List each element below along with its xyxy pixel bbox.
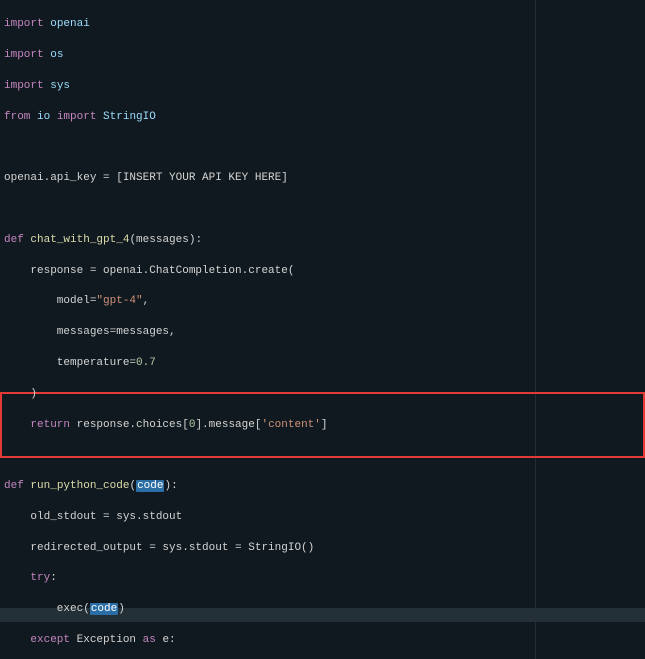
string: "gpt-4" bbox=[96, 295, 142, 307]
code-line[interactable]: except Exception as e: bbox=[4, 633, 645, 648]
number: 0.7 bbox=[136, 357, 156, 369]
code-text: exec( bbox=[4, 603, 90, 615]
keyword: try bbox=[4, 572, 50, 584]
code-line[interactable]: openai.api_key = [INSERT YOUR API KEY HE… bbox=[4, 171, 645, 186]
code-text: temperature= bbox=[4, 357, 136, 369]
code-line[interactable]: import os bbox=[4, 48, 645, 63]
code-text: ) bbox=[4, 388, 37, 400]
keyword: import bbox=[4, 18, 44, 30]
code-line[interactable] bbox=[4, 141, 645, 156]
keyword: def bbox=[4, 234, 24, 246]
keyword: import bbox=[57, 111, 97, 123]
code-text: , bbox=[143, 295, 150, 307]
code-text: : bbox=[50, 572, 57, 584]
code-line[interactable]: messages=messages, bbox=[4, 325, 645, 340]
code-line[interactable]: return response.choices[0].message['cont… bbox=[4, 418, 645, 433]
code-text: ].message[ bbox=[195, 419, 261, 431]
code-text: ): bbox=[164, 480, 177, 492]
code-text: response = openai.ChatCompletion.create( bbox=[4, 265, 294, 277]
module: os bbox=[50, 49, 63, 61]
func-name: run_python_code bbox=[30, 480, 129, 492]
code-text: Exception bbox=[70, 634, 143, 646]
code-line[interactable]: def chat_with_gpt_4(messages): bbox=[4, 233, 645, 248]
keyword: from bbox=[4, 111, 30, 123]
func-name: chat_with_gpt_4 bbox=[30, 234, 129, 246]
keyword: except bbox=[4, 634, 70, 646]
code-line[interactable] bbox=[4, 202, 645, 217]
code-line[interactable]: model="gpt-4", bbox=[4, 294, 645, 309]
code-line[interactable]: ) bbox=[4, 387, 645, 402]
code-text: redirected_output = sys.stdout = StringI… bbox=[4, 542, 314, 554]
code-editor[interactable]: import openai import os import sys from … bbox=[0, 0, 645, 659]
code-line[interactable]: old_stdout = sys.stdout bbox=[4, 510, 645, 525]
keyword: import bbox=[4, 49, 44, 61]
module: sys bbox=[50, 80, 70, 92]
highlight-code: code bbox=[136, 480, 164, 492]
keyword: import bbox=[4, 80, 44, 92]
keyword: def bbox=[4, 480, 24, 492]
code-text: response.choices[ bbox=[70, 419, 189, 431]
code-line[interactable]: exec(code) bbox=[4, 602, 645, 617]
code-line[interactable]: redirected_output = sys.stdout = StringI… bbox=[4, 541, 645, 556]
code-text: (messages): bbox=[129, 234, 202, 246]
code-line[interactable] bbox=[4, 448, 645, 463]
code-text: e: bbox=[156, 634, 176, 646]
code-line[interactable]: temperature=0.7 bbox=[4, 356, 645, 371]
code-line[interactable]: response = openai.ChatCompletion.create( bbox=[4, 264, 645, 279]
code-text: messages=messages, bbox=[4, 326, 176, 338]
symbol: StringIO bbox=[103, 111, 156, 123]
string: 'content' bbox=[261, 419, 320, 431]
code-text: ) bbox=[118, 603, 125, 615]
code-line[interactable]: import sys bbox=[4, 79, 645, 94]
keyword: as bbox=[143, 634, 156, 646]
code-text: old_stdout = sys.stdout bbox=[4, 511, 182, 523]
code-line[interactable]: try: bbox=[4, 571, 645, 586]
code-text: openai.api_key = [INSERT YOUR API KEY HE… bbox=[4, 172, 288, 184]
module: io bbox=[37, 111, 50, 123]
highlight-code: code bbox=[90, 603, 118, 615]
code-line[interactable]: import openai bbox=[4, 17, 645, 32]
code-text: model= bbox=[4, 295, 96, 307]
code-line[interactable]: from io import StringIO bbox=[4, 110, 645, 125]
code-line[interactable]: def run_python_code(code): bbox=[4, 479, 645, 494]
module: openai bbox=[50, 18, 90, 30]
code-text: ] bbox=[321, 419, 328, 431]
keyword: return bbox=[4, 419, 70, 431]
